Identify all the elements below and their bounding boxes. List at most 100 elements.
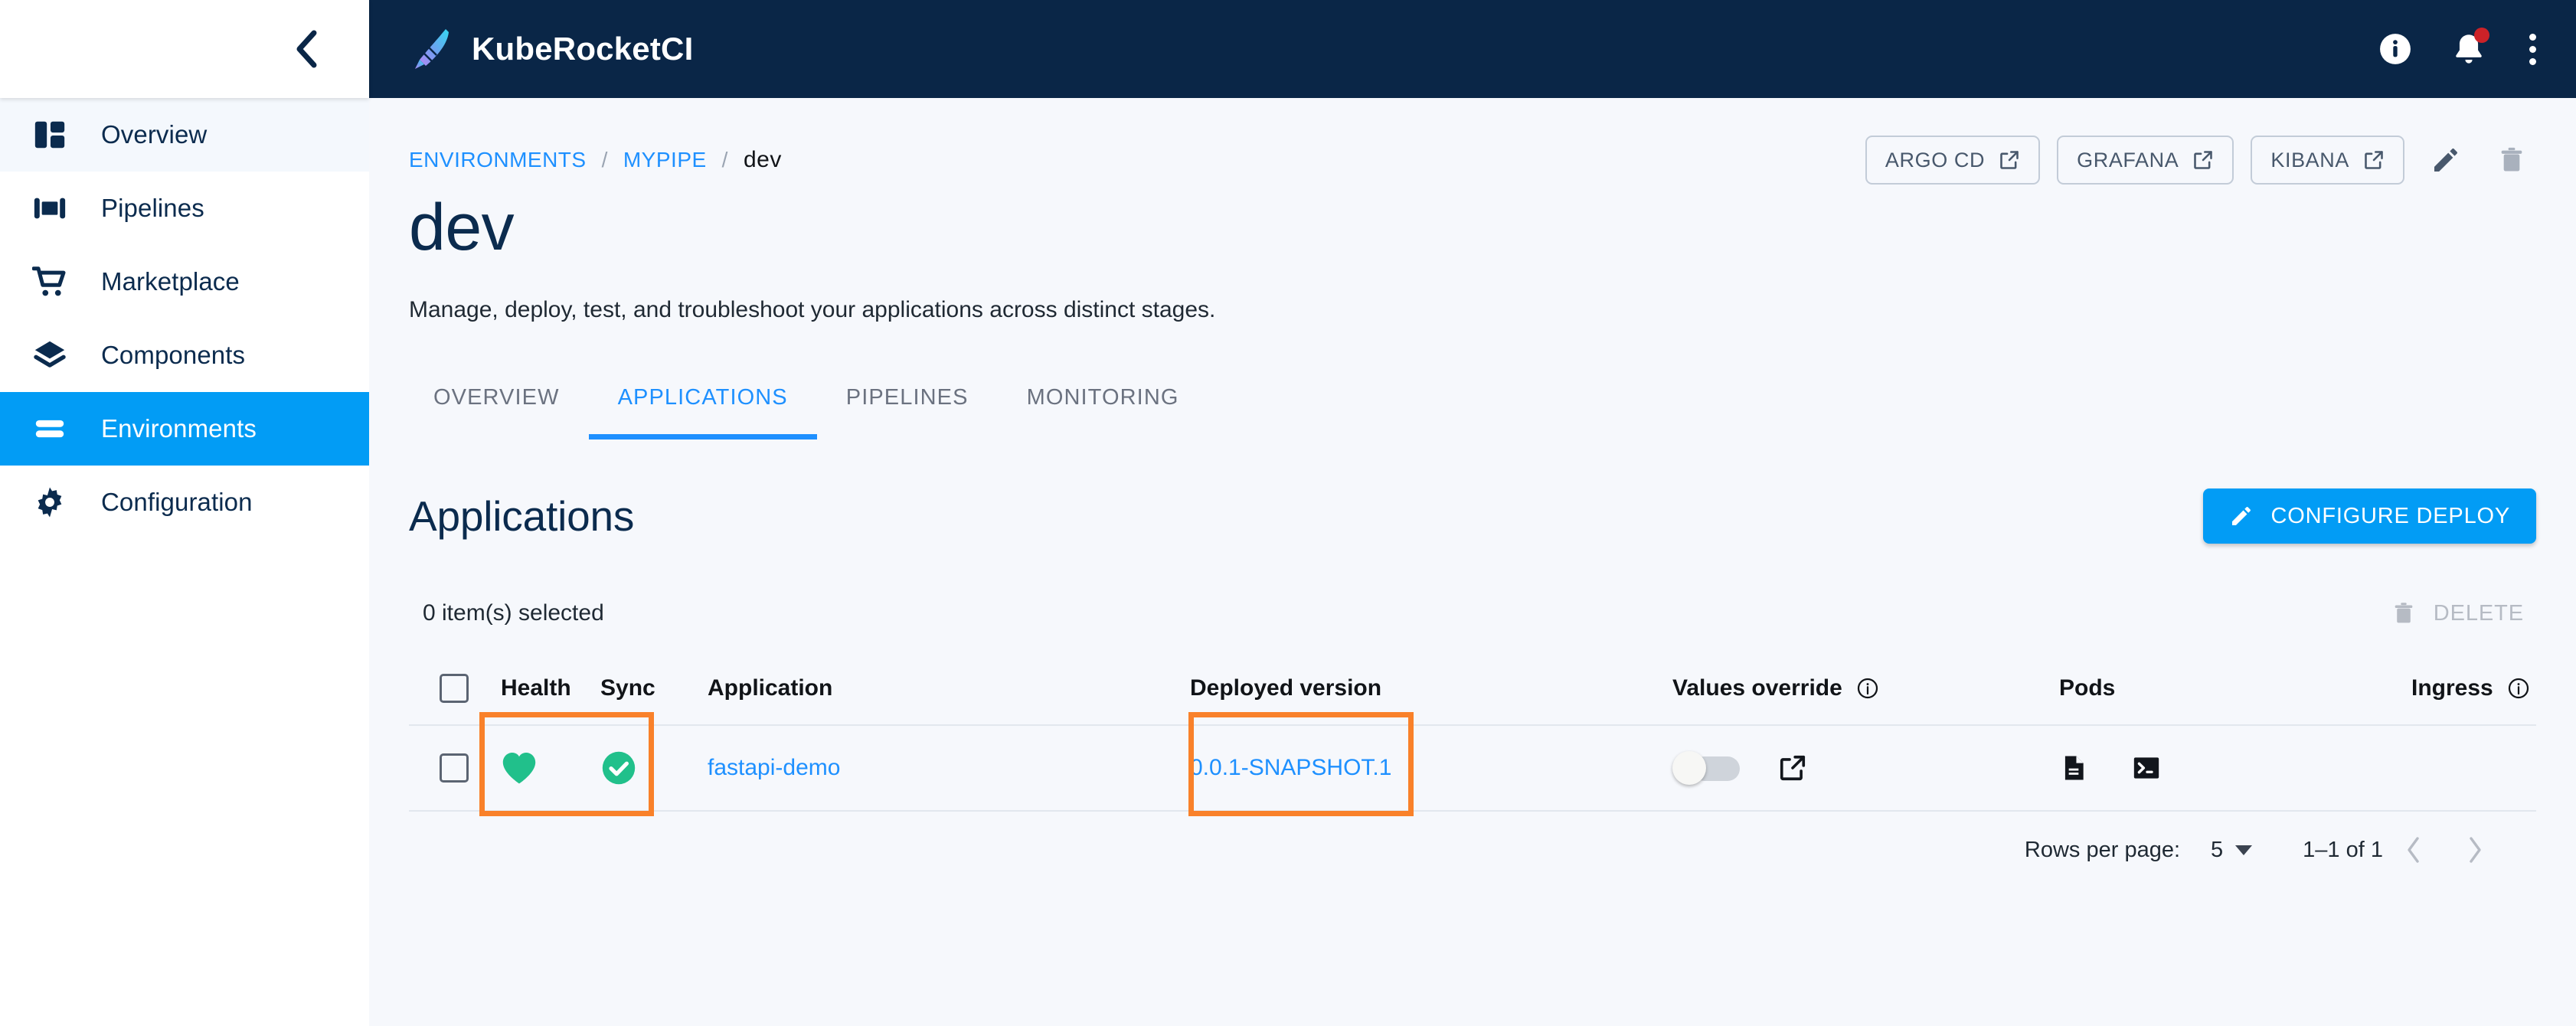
gear-icon xyxy=(26,485,74,520)
argo-cd-button[interactable]: ARGO CD xyxy=(1865,136,2041,185)
breadcrumb-separator: / xyxy=(721,148,728,172)
sidebar-item-configuration[interactable]: Configuration xyxy=(0,466,369,539)
pods-actions xyxy=(2059,753,2162,783)
column-header-application: Application xyxy=(708,675,1190,701)
sidebar-item-overview[interactable]: Overview xyxy=(0,98,369,172)
breadcrumb-item-environments[interactable]: ENVIRONMENTS xyxy=(409,148,587,172)
cart-icon xyxy=(26,264,74,299)
page-title: dev xyxy=(409,191,515,264)
grafana-button[interactable]: GRAFANA xyxy=(2057,136,2234,185)
tab-label: PIPELINES xyxy=(845,384,969,410)
breadcrumb-item-current: dev xyxy=(743,147,782,172)
delete-environment-button[interactable] xyxy=(2487,136,2536,185)
breadcrumb: ENVIRONMENTS / MYPIPE / dev xyxy=(409,147,782,173)
column-header-sync: Sync xyxy=(600,675,708,701)
header-actions: ARGO CD GRAFANA KIBANA xyxy=(1865,136,2536,185)
main-area: KubeRocketCI ENVIRONMENTS / MYPIPE / dev… xyxy=(369,0,2576,1026)
pagination: Rows per page: 5 1–1 of 1 xyxy=(409,812,2536,888)
kibana-button[interactable]: KIBANA xyxy=(2251,136,2404,185)
column-header-pods: Pods xyxy=(2059,675,2411,701)
pipeline-icon xyxy=(26,191,74,226)
tab-monitoring[interactable]: MONITORING xyxy=(998,374,1208,439)
edit-environment-button[interactable] xyxy=(2421,136,2470,185)
sidebar-header xyxy=(0,0,369,98)
column-header-health: Health xyxy=(501,675,600,701)
select-all-checkbox[interactable] xyxy=(440,674,469,704)
trash-icon xyxy=(2391,600,2417,626)
breadcrumb-separator: / xyxy=(601,148,608,172)
document-icon[interactable] xyxy=(2059,753,2088,783)
application-link[interactable]: fastapi-demo xyxy=(708,755,840,781)
column-label: Deployed version xyxy=(1190,675,1382,701)
rows-per-page-select[interactable]: 5 xyxy=(2211,837,2253,863)
sidebar-item-label: Pipelines xyxy=(101,194,204,222)
rows-per-page-value: 5 xyxy=(2211,837,2224,862)
kebab-menu-icon[interactable] xyxy=(2525,29,2541,70)
breadcrumb-item-mypipe[interactable]: MYPIPE xyxy=(623,148,707,172)
sidebar-item-environments[interactable]: Environments xyxy=(0,392,369,466)
values-override-link-icon[interactable] xyxy=(1778,753,1807,783)
top-bar: KubeRocketCI xyxy=(369,0,2576,98)
table-row[interactable]: fastapi-demo 0.0.1-SNAPSHOT.1 xyxy=(409,712,2536,817)
sidebar-nav: Overview Pipelines Marketplace Component… xyxy=(0,98,369,539)
sidebar-collapse-button[interactable] xyxy=(283,26,329,72)
configure-deploy-button[interactable]: CONFIGURE DEPLOY xyxy=(2203,488,2536,544)
notifications-icon[interactable] xyxy=(2451,28,2489,67)
tab-applications[interactable]: APPLICATIONS xyxy=(588,374,817,440)
sidebar-item-pipelines[interactable]: Pipelines xyxy=(0,172,369,245)
breadcrumb-row: ENVIRONMENTS / MYPIPE / dev ARGO CD GRAF… xyxy=(409,98,2536,185)
column-label: Sync xyxy=(600,675,655,701)
info-icon[interactable] xyxy=(2507,677,2530,700)
row-values-override-cell xyxy=(1672,751,2059,786)
tab-overview[interactable]: OVERVIEW xyxy=(409,374,589,439)
row-sync-cell xyxy=(600,750,708,786)
row-deployed-version-cell: 0.0.1-SNAPSHOT.1 xyxy=(1190,755,1672,781)
brand[interactable]: KubeRocketCI xyxy=(409,26,693,72)
page-description: Manage, deploy, test, and troubleshoot y… xyxy=(409,297,1216,323)
pagination-prev-button[interactable] xyxy=(2383,819,2444,881)
dashboard-icon xyxy=(26,117,74,152)
heart-icon[interactable] xyxy=(501,751,538,785)
sidebar-item-marketplace[interactable]: Marketplace xyxy=(0,245,369,319)
pagination-next-button[interactable] xyxy=(2444,819,2506,881)
pencil-icon xyxy=(2229,504,2254,528)
chevron-left-icon xyxy=(294,30,319,68)
sidebar-item-components[interactable]: Components xyxy=(0,319,369,392)
info-icon[interactable] xyxy=(1856,677,1879,700)
applications-title: Applications xyxy=(409,492,635,541)
chevron-left-icon xyxy=(2405,836,2422,864)
argo-cd-label: ARGO CD xyxy=(1885,148,1986,172)
chevron-down-icon xyxy=(2235,845,2253,855)
top-bar-actions xyxy=(2378,28,2541,70)
info-icon[interactable] xyxy=(2378,31,2413,67)
configure-deploy-label: CONFIGURE DEPLOY xyxy=(2270,503,2510,528)
check-circle-icon[interactable] xyxy=(600,750,637,786)
row-checkbox[interactable] xyxy=(440,753,469,783)
kebab-dot xyxy=(2529,45,2536,53)
environments-icon xyxy=(26,411,74,446)
rows-per-page-label: Rows per page: xyxy=(2024,837,2181,862)
column-label: Application xyxy=(708,675,833,701)
kibana-label: KIBANA xyxy=(2270,148,2349,172)
kebab-dot xyxy=(2529,57,2536,65)
rocket-pen-icon xyxy=(409,26,452,72)
applications-section-header: Applications CONFIGURE DEPLOY xyxy=(409,479,2536,553)
row-select-cell xyxy=(409,753,501,783)
sidebar-item-label: Environments xyxy=(101,414,257,443)
page-content: ENVIRONMENTS / MYPIPE / dev ARGO CD GRAF… xyxy=(369,98,2576,1026)
terminal-icon[interactable] xyxy=(2131,753,2162,783)
deployed-version-link[interactable]: 0.0.1-SNAPSHOT.1 xyxy=(1190,755,1391,781)
application-window: Overview Pipelines Marketplace Component… xyxy=(0,0,2576,1026)
column-label: Health xyxy=(501,675,571,701)
tab-pipelines[interactable]: PIPELINES xyxy=(817,374,998,439)
values-override-toggle[interactable] xyxy=(1672,751,1746,786)
select-all-cell xyxy=(409,674,501,704)
toggle-knob xyxy=(1672,751,1706,786)
applications-table: Health Sync Application Deployed version… xyxy=(409,652,2536,817)
brand-title: KubeRocketCI xyxy=(472,31,694,67)
sidebar-item-label: Configuration xyxy=(101,488,253,516)
pencil-icon xyxy=(2431,145,2461,175)
column-label: Ingress xyxy=(2411,675,2493,701)
sidebar: Overview Pipelines Marketplace Component… xyxy=(0,0,369,1026)
delete-selected-button[interactable]: DELETE xyxy=(2391,600,2536,626)
